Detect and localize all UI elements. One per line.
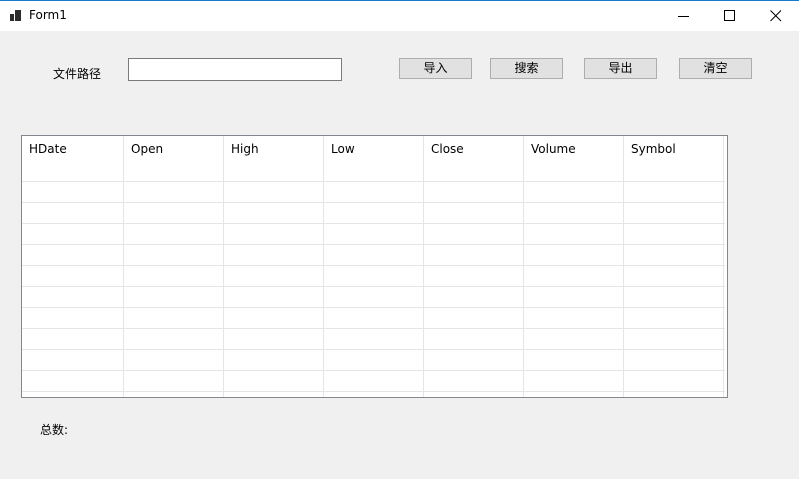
minimize-icon <box>678 16 689 17</box>
path-label: 文件路径 <box>53 67 102 81</box>
row-divider <box>22 349 725 350</box>
title-bar: Form1 <box>0 0 799 31</box>
row-divider <box>22 370 725 371</box>
column-hdate[interactable]: HDate <box>22 136 124 397</box>
column-high[interactable]: High <box>224 136 324 397</box>
total-count-label: 总数: <box>40 423 69 437</box>
row-divider <box>22 244 725 245</box>
app-icon <box>10 10 21 21</box>
import-button[interactable]: 导入 <box>399 58 472 79</box>
close-button[interactable] <box>753 1 799 31</box>
column-header-volume[interactable]: Volume <box>531 142 576 156</box>
row-divider <box>22 181 725 182</box>
column-header-open[interactable]: Open <box>131 142 163 156</box>
column-close[interactable]: Close <box>424 136 524 397</box>
column-open[interactable]: Open <box>124 136 224 397</box>
column-header-hdate[interactable]: HDate <box>29 142 67 156</box>
column-volume[interactable]: Volume <box>524 136 624 397</box>
row-divider <box>22 307 725 308</box>
maximize-button[interactable] <box>707 1 753 31</box>
data-grid[interactable]: HDate Open High Low Close Volume Symbol <box>21 135 728 398</box>
column-low[interactable]: Low <box>324 136 424 397</box>
export-button[interactable]: 导出 <box>584 58 657 79</box>
close-icon <box>770 10 782 22</box>
row-divider <box>22 202 725 203</box>
row-divider <box>22 328 725 329</box>
minimize-button[interactable] <box>661 1 707 31</box>
row-divider <box>22 223 725 224</box>
path-input[interactable] <box>128 58 342 81</box>
column-header-symbol[interactable]: Symbol <box>631 142 676 156</box>
column-header-high[interactable]: High <box>231 142 259 156</box>
maximize-icon <box>724 10 735 21</box>
column-symbol[interactable]: Symbol <box>624 136 724 397</box>
row-divider <box>22 286 725 287</box>
row-divider <box>22 391 725 392</box>
window-title: Form1 <box>29 8 67 22</box>
row-divider <box>22 265 725 266</box>
column-header-low[interactable]: Low <box>331 142 355 156</box>
search-button[interactable]: 搜索 <box>490 58 563 79</box>
clear-button[interactable]: 清空 <box>679 58 752 79</box>
column-header-close[interactable]: Close <box>431 142 464 156</box>
